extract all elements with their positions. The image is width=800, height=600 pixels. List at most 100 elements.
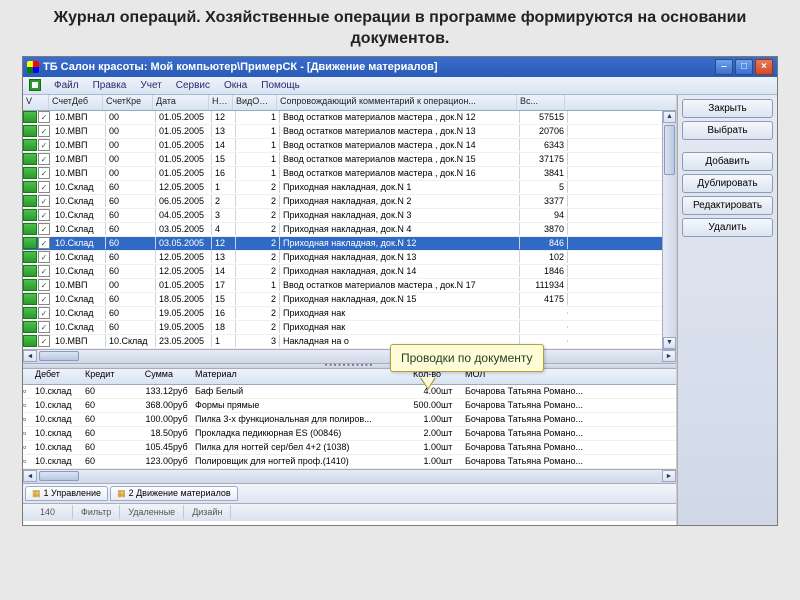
row-marker-icon: [23, 321, 37, 333]
minimize-button[interactable]: –: [715, 59, 733, 75]
table-row[interactable]: ✓10.Склад6003.05.200542Приходная накладн…: [23, 223, 676, 237]
row-checkbox[interactable]: ✓: [38, 265, 50, 277]
table-row[interactable]: ▫10.склад60123.00рубПолировщик для ногте…: [23, 455, 676, 469]
table-row[interactable]: ▫10.склад6018.50рубПрокладка педикюрная …: [23, 427, 676, 441]
maximize-button[interactable]: □: [735, 59, 753, 75]
edit-button[interactable]: Редактировать: [682, 196, 773, 215]
row-marker-icon: [23, 279, 37, 291]
col-date[interactable]: Дата: [153, 95, 209, 110]
grid1-body[interactable]: ✓10.МВП0001.05.2005121Ввод остатков мате…: [23, 111, 676, 349]
row-checkbox[interactable]: ✓: [38, 307, 50, 319]
status-filter[interactable]: Фильтр: [73, 505, 120, 519]
hscroll-thumb2[interactable]: [39, 471, 79, 481]
row-checkbox[interactable]: ✓: [38, 223, 50, 235]
table-row[interactable]: ✓10.МВП0001.05.2005141Ввод остатков мате…: [23, 139, 676, 153]
col-kre[interactable]: СчетКре: [103, 95, 153, 110]
col-vc[interactable]: Вс...: [517, 95, 565, 110]
tab-management[interactable]: ▦1 Управление: [25, 486, 108, 501]
row-checkbox[interactable]: ✓: [38, 335, 50, 347]
table-row[interactable]: ▫10.склад60368.00рубФормы прямые500.00шт…: [23, 399, 676, 413]
menu-windows[interactable]: Окна: [219, 79, 252, 92]
scroll-right-icon[interactable]: ►: [662, 350, 676, 362]
col2-deb[interactable]: Дебет: [35, 369, 85, 384]
table-row[interactable]: ✓10.МВП0001.05.2005131Ввод остатков мате…: [23, 125, 676, 139]
close-doc-button[interactable]: Закрыть: [682, 99, 773, 118]
table-row[interactable]: ✓10.Склад6006.05.200522Приходная накладн…: [23, 195, 676, 209]
col2-sum[interactable]: Сумма: [123, 369, 173, 384]
scroll-up-icon[interactable]: ▲: [663, 111, 676, 123]
menu-accounting[interactable]: Учет: [135, 79, 166, 92]
row-checkbox[interactable]: ✓: [38, 279, 50, 291]
row-checkbox[interactable]: ✓: [38, 237, 50, 249]
table-row[interactable]: ✓10.Склад6012.05.200512Приходная накладн…: [23, 181, 676, 195]
delete-button[interactable]: Удалить: [682, 218, 773, 237]
table-row[interactable]: ✓10.Склад6004.05.200532Приходная накладн…: [23, 209, 676, 223]
grid1-hscroll[interactable]: ◄ ►: [23, 349, 676, 363]
table-row[interactable]: ✓10.Склад6012.05.2005142Приходная наклад…: [23, 265, 676, 279]
table-row[interactable]: ✓10.МВП0001.05.2005151Ввод остатков мате…: [23, 153, 676, 167]
close-button[interactable]: ×: [755, 59, 773, 75]
table-row[interactable]: ✓10.Склад6019.05.2005182Приходная нак: [23, 321, 676, 335]
titlebar[interactable]: ТБ Салон красоты: Мой компьютер\ПримерСК…: [23, 57, 777, 77]
row-checkbox[interactable]: ✓: [38, 195, 50, 207]
table-row[interactable]: ▫10.склад60105.45рубПилка для ногтей сер…: [23, 441, 676, 455]
scroll-left-icon[interactable]: ◄: [23, 470, 37, 482]
row-marker-icon: [23, 223, 37, 235]
row-checkbox[interactable]: ✓: [38, 125, 50, 137]
col-no[interactable]: Но...: [209, 95, 233, 110]
status-deleted[interactable]: Удаленные: [120, 505, 184, 519]
hscroll-thumb[interactable]: [39, 351, 79, 361]
postings-grid[interactable]: ▫10.склад60133.12рубБаф Белый4.00штБочар…: [23, 385, 676, 469]
table-row[interactable]: ▫10.склад60100.00рубПилка 3-х функционал…: [23, 413, 676, 427]
row-marker-icon: [23, 181, 37, 193]
row-checkbox[interactable]: ✓: [38, 293, 50, 305]
scroll-right-icon[interactable]: ►: [662, 470, 676, 482]
col-v[interactable]: V: [23, 95, 49, 110]
row-marker-icon: [23, 209, 37, 221]
tab-materials[interactable]: ▦2 Движение материалов: [110, 486, 238, 501]
col-deb[interactable]: СчетДеб: [49, 95, 103, 110]
col-comm[interactable]: Сопровождающий комментарий к операцион..…: [277, 95, 517, 110]
table-row[interactable]: ✓10.Склад6019.05.2005162Приходная нак: [23, 307, 676, 321]
scroll-down-icon[interactable]: ▼: [663, 337, 676, 349]
select-button[interactable]: Выбрать: [682, 121, 773, 140]
status-design[interactable]: Дизайн: [184, 505, 231, 519]
grid2-hscroll[interactable]: ◄ ►: [23, 469, 676, 483]
row-checkbox[interactable]: ✓: [38, 111, 50, 123]
row-checkbox[interactable]: ✓: [38, 167, 50, 179]
row-checkbox[interactable]: ✓: [38, 251, 50, 263]
add-button[interactable]: Добавить: [682, 152, 773, 171]
callout-tooltip: Проводки по документу: [390, 344, 544, 372]
col-vid[interactable]: ВидОпе...: [233, 95, 277, 110]
row-checkbox[interactable]: ✓: [38, 321, 50, 333]
menu-edit[interactable]: Правка: [88, 79, 132, 92]
menu-service[interactable]: Сервис: [171, 79, 215, 92]
scroll-thumb[interactable]: [664, 125, 675, 175]
bottom-tabs: ▦1 Управление ▦2 Движение материалов: [23, 483, 676, 503]
table-row[interactable]: ✓10.Склад6018.05.2005152Приходная наклад…: [23, 293, 676, 307]
row-checkbox[interactable]: ✓: [38, 153, 50, 165]
menubar: Файл Правка Учет Сервис Окна Помощь: [23, 77, 777, 95]
row-checkbox[interactable]: ✓: [38, 181, 50, 193]
col2-mat[interactable]: Материал: [195, 369, 395, 384]
menu-help[interactable]: Помощь: [256, 79, 305, 92]
app-icon: [27, 61, 39, 73]
table-row[interactable]: ✓10.Склад6003.05.2005122Приходная наклад…: [23, 237, 676, 251]
table-row[interactable]: ✓10.МВП0001.05.2005161Ввод остатков мате…: [23, 167, 676, 181]
scroll-left-icon[interactable]: ◄: [23, 350, 37, 362]
duplicate-button[interactable]: Дублировать: [682, 174, 773, 193]
row-marker-icon: [23, 335, 37, 347]
col2-kre[interactable]: Кредит: [85, 369, 123, 384]
table-row[interactable]: ✓10.МВП0001.05.2005121Ввод остатков мате…: [23, 111, 676, 125]
callout-pointer-icon: [420, 378, 436, 390]
table-row[interactable]: ▫10.склад60133.12рубБаф Белый4.00штБочар…: [23, 385, 676, 399]
row-checkbox[interactable]: ✓: [38, 139, 50, 151]
menu-file[interactable]: Файл: [49, 79, 84, 92]
table-row[interactable]: ✓10.МВП0001.05.2005171Ввод остатков мате…: [23, 279, 676, 293]
table-row[interactable]: ✓10.Склад6012.05.2005132Приходная наклад…: [23, 251, 676, 265]
operations-grid[interactable]: V СчетДеб СчетКре Дата Но... ВидОпе... С…: [23, 95, 676, 349]
table-row[interactable]: ✓10.МВП10.Склад23.05.200513Накладная на …: [23, 335, 676, 349]
vertical-scrollbar[interactable]: ▲ ▼: [662, 111, 676, 349]
row-marker-icon: [23, 307, 37, 319]
row-checkbox[interactable]: ✓: [38, 209, 50, 221]
